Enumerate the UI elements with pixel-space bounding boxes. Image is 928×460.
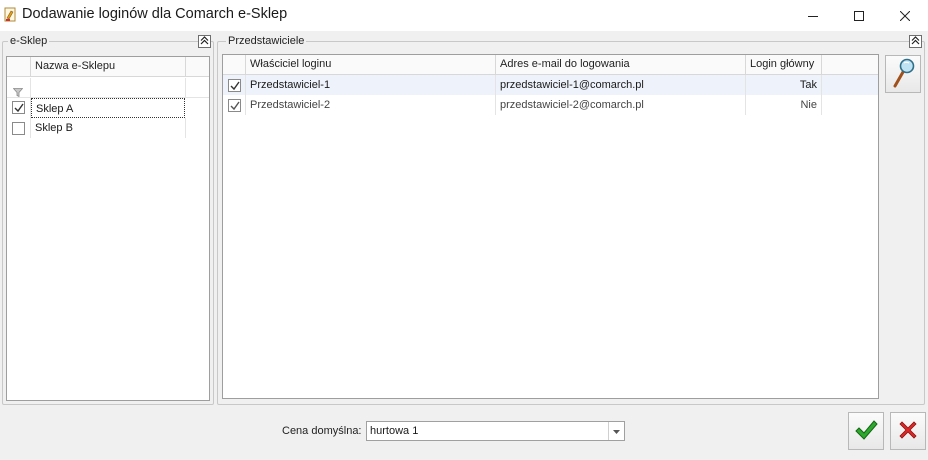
price-select[interactable]: hurtowa 1: [366, 421, 625, 441]
chevron-double-up-icon: [200, 35, 209, 48]
table-row[interactable]: Sklep A: [7, 98, 209, 118]
magnifier-icon: [890, 58, 916, 91]
eshop-name-cell[interactable]: Sklep B: [31, 118, 186, 138]
eshop-grid-header: Nazwa e-Sklepu: [7, 57, 209, 77]
dropdown-button[interactable]: [608, 422, 624, 440]
close-icon: [900, 10, 910, 21]
maximize-icon: [854, 10, 864, 21]
checkmark-icon: [854, 418, 878, 445]
eshop-checkbox-sklep-a[interactable]: [12, 101, 25, 114]
row-check-cell[interactable]: [7, 118, 31, 138]
reps-grid-header: Właściciel loginu Adres e-mail do logowa…: [223, 55, 878, 75]
maximize-button[interactable]: [836, 0, 882, 31]
eshop-header-filler: [186, 57, 209, 77]
table-row[interactable]: Przedstawiciel-2 przedstawiciel-2@comarc…: [223, 95, 878, 115]
reps-header-check[interactable]: [223, 55, 246, 75]
eshop-filter-input[interactable]: [31, 78, 186, 98]
owner-cell[interactable]: Przedstawiciel-2: [246, 95, 496, 115]
row-check-cell[interactable]: [223, 95, 246, 115]
eshop-header-name[interactable]: Nazwa e-Sklepu: [31, 57, 186, 77]
reps-checkbox-row-1[interactable]: [228, 79, 241, 92]
price-label: Cena domyślna:: [282, 425, 362, 437]
eshop-name-cell[interactable]: Sklep A: [31, 98, 185, 118]
filter-cell[interactable]: [7, 78, 31, 98]
eshop-collapse-button[interactable]: [198, 35, 211, 48]
main-login-cell[interactable]: Nie: [746, 95, 822, 115]
owner-cell[interactable]: Przedstawiciel-1: [246, 75, 496, 95]
close-button[interactable]: [882, 0, 928, 31]
reps-header-owner[interactable]: Właściciel loginu: [246, 55, 496, 75]
eshop-grid: Nazwa e-Sklepu Sklep A Sklep B: [6, 56, 210, 401]
filter-icon: [12, 84, 24, 98]
reps-collapse-button[interactable]: [909, 35, 922, 48]
table-row[interactable]: Przedstawiciel-1 przedstawiciel-1@comarc…: [223, 75, 878, 95]
email-cell[interactable]: przedstawiciel-2@comarch.pl: [496, 95, 746, 115]
row-check-cell[interactable]: [7, 98, 31, 118]
reps-header-filler: [822, 55, 878, 75]
reps-group-label: Przedstawiciele: [226, 35, 307, 47]
eshop-checkbox-sklep-b[interactable]: [12, 122, 25, 135]
eshop-filter-row: [7, 78, 209, 98]
title-bar: Dodawanie loginów dla Comarch e-Sklep: [0, 0, 928, 31]
chevron-double-up-icon: [911, 35, 920, 48]
reps-header-main[interactable]: Login główny: [746, 55, 822, 75]
window-title: Dodawanie loginów dla Comarch e-Sklep: [22, 6, 288, 22]
minimize-button[interactable]: [790, 0, 836, 31]
main-login-cell[interactable]: Tak: [746, 75, 822, 95]
eshop-group-label: e-Sklep: [8, 35, 50, 47]
table-row[interactable]: Sklep B: [7, 118, 209, 138]
reps-checkbox-row-2[interactable]: [228, 99, 241, 112]
accept-button[interactable]: [848, 412, 884, 450]
reps-grid: Właściciel loginu Adres e-mail do logowa…: [222, 54, 879, 399]
chevron-down-icon: [613, 425, 620, 437]
search-button[interactable]: [885, 55, 921, 93]
price-select-value: hurtowa 1: [370, 425, 419, 437]
row-check-cell[interactable]: [223, 75, 246, 95]
eshop-header-check[interactable]: [7, 57, 31, 77]
app-icon: [4, 7, 18, 23]
close-x-icon: [897, 419, 919, 444]
cancel-button[interactable]: [890, 412, 926, 450]
reps-header-email[interactable]: Adres e-mail do logowania: [496, 55, 746, 75]
minimize-icon: [808, 11, 818, 21]
email-cell[interactable]: przedstawiciel-1@comarch.pl: [496, 75, 746, 95]
